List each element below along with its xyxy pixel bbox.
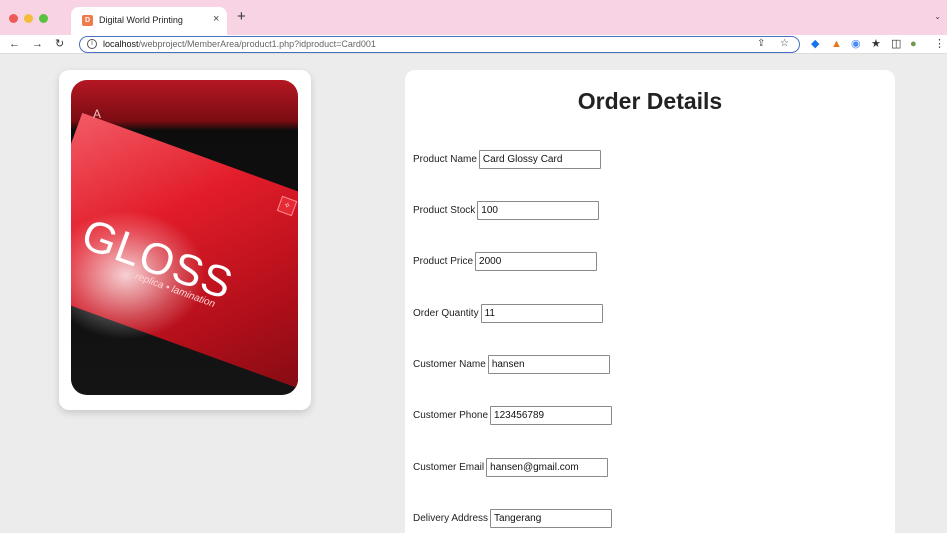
product-image-card: A ✧ GLOSS replica • lamination <box>59 70 311 410</box>
extension-translate-icon[interactable]: ◉ <box>851 38 861 50</box>
url-text: localhost/webproject/MemberArea/product1… <box>103 39 376 49</box>
site-favicon-icon: D <box>82 15 93 26</box>
delivery-address-input[interactable] <box>490 508 613 528</box>
url-path: /webproject/MemberArea/product1.php?idpr… <box>138 39 376 49</box>
product-image: A ✧ GLOSS replica • lamination <box>71 80 298 395</box>
image-corner-letter: A <box>93 107 102 121</box>
product-name-label: Product Name <box>413 153 477 165</box>
order-quantity-label: Order Quantity <box>413 307 479 319</box>
tab-close-icon[interactable]: × <box>213 13 219 25</box>
close-window-button[interactable] <box>9 14 18 23</box>
customer-phone-row: Customer Phone <box>413 405 613 425</box>
tab-title: Digital World Printing <box>99 15 183 25</box>
product-price-input[interactable] <box>475 251 598 271</box>
order-quantity-row: Order Quantity <box>413 303 603 323</box>
minimize-window-button[interactable] <box>24 14 33 23</box>
share-icon[interactable]: ⇪ <box>757 38 765 49</box>
forward-arrow-icon[interactable]: → <box>32 37 43 51</box>
metamask-fox-icon[interactable]: ▲ <box>831 38 842 50</box>
back-arrow-icon[interactable]: ← <box>9 37 20 51</box>
customer-phone-input[interactable] <box>490 405 613 425</box>
delivery-address-label: Delivery Address <box>413 512 489 524</box>
new-tab-button[interactable]: + <box>237 9 246 24</box>
customer-name-input[interactable] <box>487 354 610 374</box>
product-stock-row: Product Stock <box>413 200 600 220</box>
customer-email-row: Customer Email <box>413 457 609 477</box>
browser-menu-icon[interactable]: ⋮ <box>934 38 945 50</box>
address-bar[interactable]: i localhost/webproject/MemberArea/produc… <box>79 36 800 53</box>
extensions-puzzle-icon[interactable]: ★ <box>871 38 881 50</box>
product-name-row: Product Name <box>413 149 601 169</box>
maximize-window-button[interactable] <box>39 14 48 23</box>
extension-shield-icon[interactable]: ◆ <box>811 38 819 50</box>
product-stock-input[interactable] <box>477 200 600 220</box>
product-price-label: Product Price <box>413 255 474 267</box>
browser-toolbar: ← → ↻ i localhost/webproject/MemberArea/… <box>0 35 947 54</box>
customer-name-label: Customer Name <box>413 358 486 370</box>
order-details-card: Order Details Product Name Product Stock… <box>405 70 895 533</box>
customer-name-row: Customer Name <box>413 354 610 374</box>
customer-email-input[interactable] <box>486 457 609 477</box>
site-info-icon[interactable]: i <box>87 39 97 49</box>
reload-icon[interactable]: ↻ <box>55 37 64 51</box>
customer-phone-label: Customer Phone <box>413 409 489 421</box>
product-price-row: Product Price <box>413 251 598 271</box>
delivery-address-row: Delivery Address <box>413 508 613 528</box>
bookmark-star-icon[interactable]: ☆ <box>780 38 789 49</box>
browser-tab[interactable]: D Digital World Printing × <box>71 7 227 35</box>
order-quantity-input[interactable] <box>480 303 603 323</box>
product-name-input[interactable] <box>478 149 601 169</box>
order-details-title: Order Details <box>577 88 723 114</box>
customer-email-label: Customer Email <box>413 461 485 473</box>
tab-bar: D Digital World Printing × + ⌄ <box>0 0 947 35</box>
profile-avatar-icon[interactable]: ● <box>910 38 917 50</box>
side-panel-icon[interactable]: ◫ <box>891 38 901 50</box>
url-host: localhost <box>103 39 139 49</box>
product-stock-label: Product Stock <box>413 204 476 216</box>
tab-list-chevron-icon[interactable]: ⌄ <box>934 12 941 21</box>
